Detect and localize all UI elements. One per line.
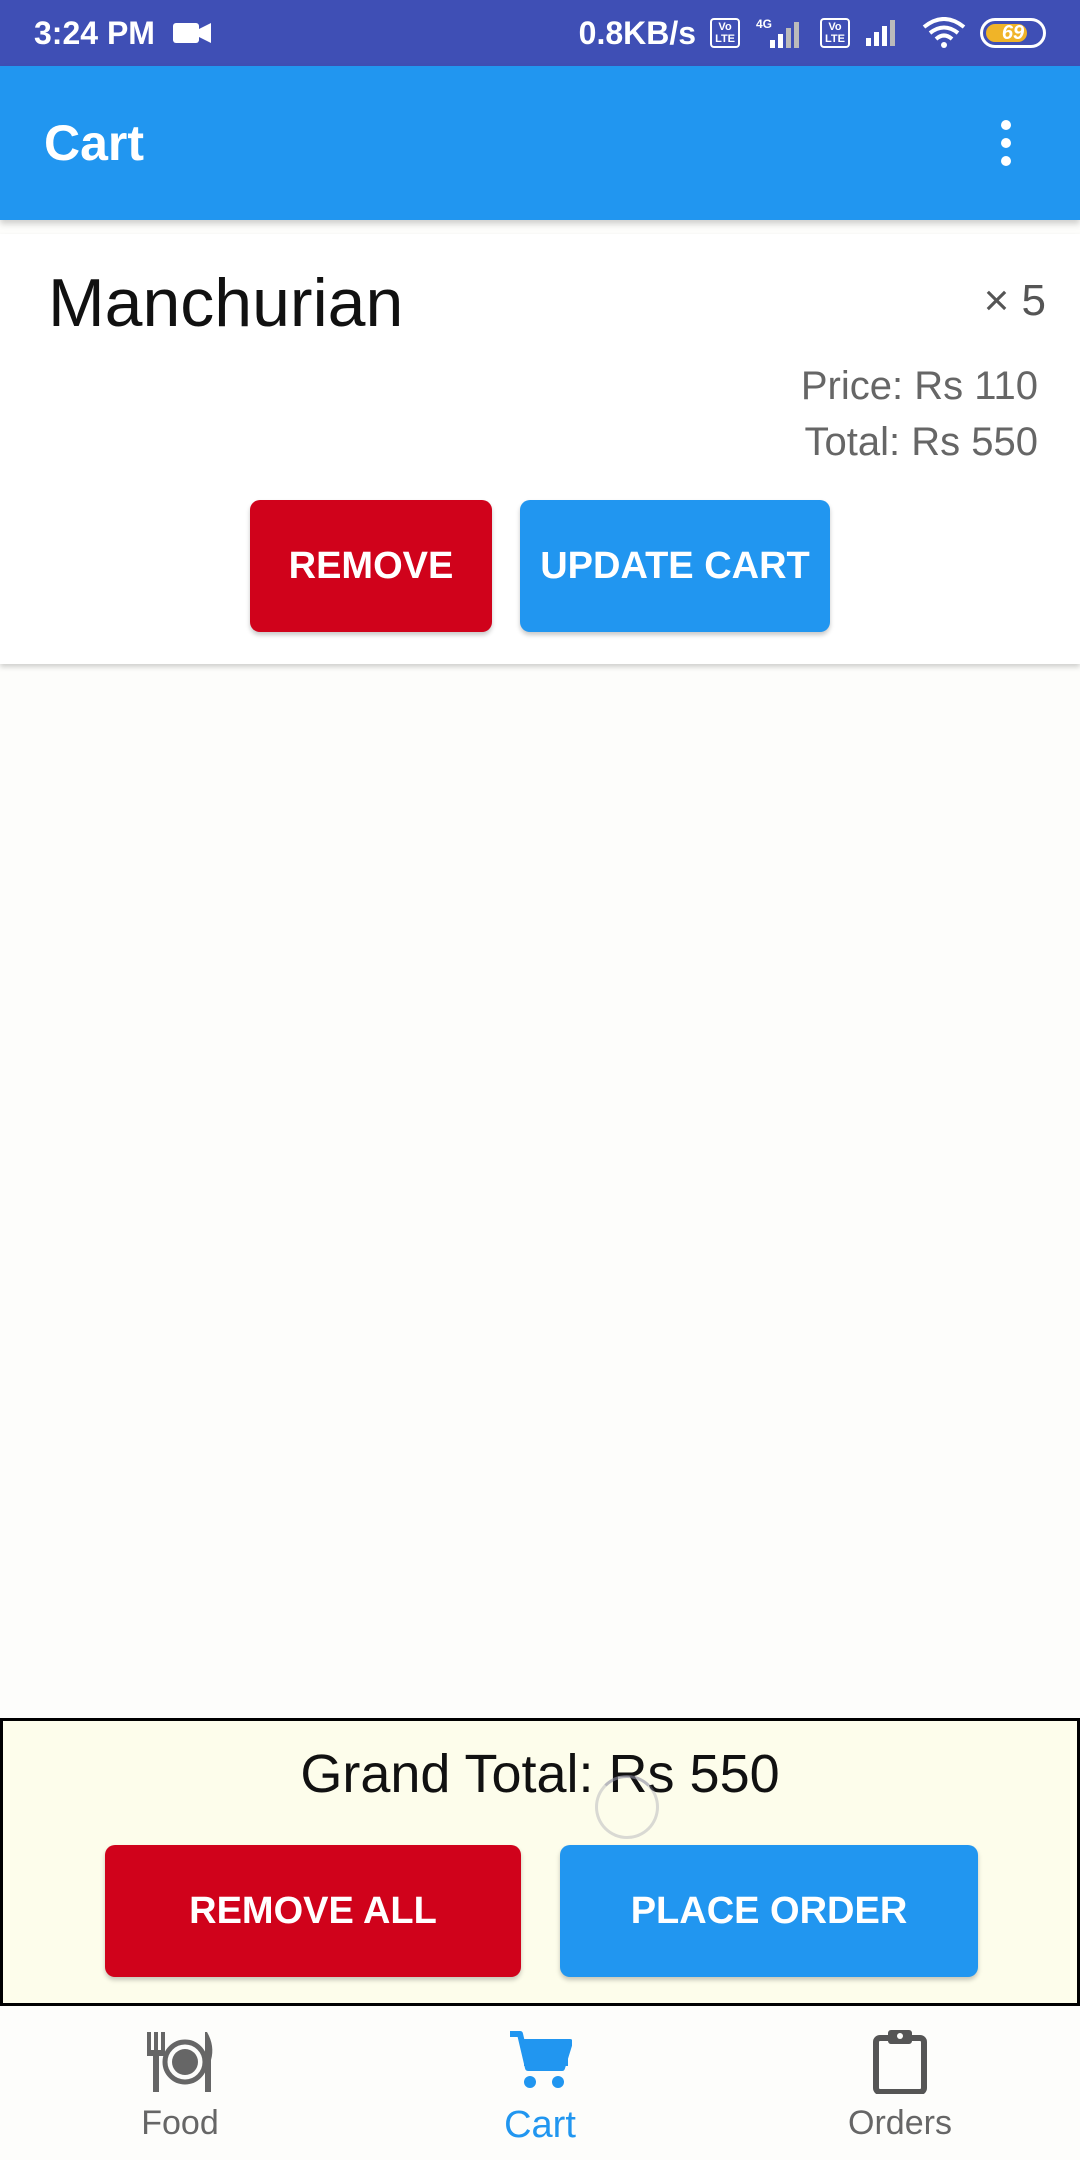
video-camera-icon	[172, 21, 211, 45]
cart-item-card: Manchurian × 5 Price: Rs 110 Total: Rs 5…	[0, 234, 1080, 664]
network-speed: 0.8KB/s	[578, 14, 697, 51]
signal-icon: 4G	[754, 16, 806, 50]
nav-item-food[interactable]: Food	[0, 2006, 360, 2160]
update-cart-button[interactable]: UPDATE CART	[520, 500, 830, 632]
nav-label-food: Food	[141, 2104, 219, 2142]
item-quantity: × 5	[983, 276, 1046, 325]
grand-total: Grand Total: Rs 550	[300, 1744, 780, 1804]
volte-icon: Vo LTE	[820, 18, 850, 48]
wifi-icon	[922, 17, 966, 49]
place-order-button[interactable]: PLACE ORDER	[560, 1845, 978, 1977]
battery-level: 69	[1001, 21, 1025, 44]
status-time: 3:24 PM	[34, 14, 155, 51]
remove-button[interactable]: REMOVE	[250, 500, 492, 632]
network-type-label: 4G	[756, 17, 772, 31]
plate-cutlery-icon	[143, 2024, 217, 2098]
item-price: Price: Rs 110	[800, 364, 1038, 408]
signal-icon	[864, 18, 908, 48]
order-summary: Grand Total: Rs 550 REMOVE ALL PLACE ORD…	[0, 1718, 1080, 2006]
app-bar: Cart	[0, 66, 1080, 220]
nav-item-orders[interactable]: Orders	[720, 2006, 1080, 2160]
item-name: Manchurian	[48, 265, 404, 341]
volte-icon: Vo LTE	[710, 18, 741, 48]
overflow-menu-icon[interactable]	[976, 93, 1036, 193]
nav-item-cart[interactable]: Cart	[360, 2006, 720, 2160]
status-bar: 3:24 PM 0.8KB/s Vo LTE 4G Vo LTE 69	[0, 0, 1080, 66]
nav-label-cart: Cart	[504, 2104, 576, 2146]
nav-label-orders: Orders	[848, 2104, 952, 2142]
page-title: Cart	[44, 115, 145, 171]
clipboard-icon	[863, 2024, 937, 2098]
item-total: Total: Rs 550	[804, 420, 1038, 464]
loading-spinner	[595, 1775, 659, 1839]
remove-all-button[interactable]: REMOVE ALL	[105, 1845, 521, 1977]
battery-icon: 69	[980, 18, 1046, 48]
cart-icon	[503, 2024, 577, 2098]
bottom-navigation: Food Cart Orders	[0, 2006, 1080, 2160]
